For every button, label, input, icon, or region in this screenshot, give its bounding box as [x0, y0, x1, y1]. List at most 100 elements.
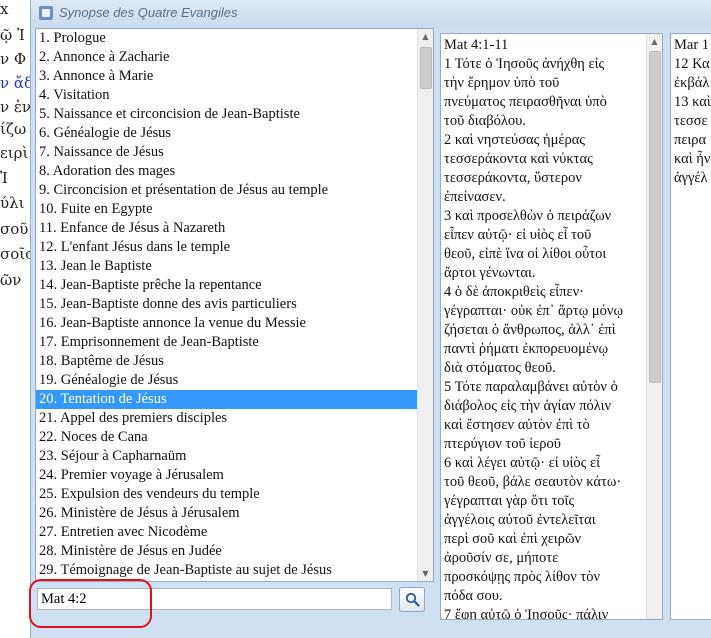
list-item[interactable]: 18. Baptême de Jésus: [36, 352, 433, 371]
list-item[interactable]: 22. Noces de Cana: [36, 428, 433, 447]
list-item[interactable]: 27. Entretien avec Nicodème: [36, 523, 433, 542]
verse-text-line: παντὶ ῥήματι ἐκπορευομένῳ: [444, 341, 609, 357]
scroll-down-arrow-icon[interactable]: ▼: [418, 566, 433, 581]
verse-text-line: πνεύματος πειρασθῆναι ὑπὸ: [444, 94, 607, 110]
list-item[interactable]: 4. Visitation: [36, 86, 433, 105]
verse-text-line: γέγραπται· οὐκ ἐπ᾽ ἄρτῳ μόνῳ: [444, 303, 624, 319]
list-item[interactable]: 12. L'enfant Jésus dans le temple: [36, 238, 433, 257]
matthew-text-content: Mat 4:1-11 1 Τότε ὁ Ἰησοῦς ἀνήχθη εἰς τὴν …: [441, 36, 647, 620]
verse-text-line: 4 ὁ δὲ ἀποκριθεὶς εἶπεν·: [444, 284, 584, 300]
pericope-list-items: 1. Prologue 2. Annonce à Zacharie 3. Annon…: [36, 29, 433, 580]
mark-text-content: Mar 1 12 Κα ἐκβάλ 13 καὶ τεσσε πειρα καὶ ἦν ἀγγ…: [671, 36, 711, 188]
verse-text-line: ἀροῦσίν σε, μήποτε: [444, 550, 559, 566]
verse-text-line: 13 καὶ: [674, 94, 711, 110]
verse-text-line: 5 Τότε παραλαμβάνει αὐτὸν ὁ: [444, 379, 618, 395]
list-item[interactable]: 1. Prologue: [36, 29, 433, 48]
list-scroll-thumb[interactable]: [420, 47, 432, 89]
list-scrollbar[interactable]: ▲ ▼: [417, 29, 433, 581]
background-text-line: ῶν: [0, 271, 22, 289]
background-text-line: σοῦ: [0, 220, 29, 238]
list-item[interactable]: 26. Ministère de Jésus à Jérusalem: [36, 504, 433, 523]
verse-text-line: πειρα: [674, 132, 707, 148]
background-text-line: ν ἐν: [0, 98, 32, 116]
verse-text-line: ἐκβάλ: [674, 75, 710, 91]
scroll-up-arrow-icon[interactable]: ▲: [647, 34, 662, 49]
list-item[interactable]: 8. Adoration des mages: [36, 162, 433, 181]
scroll-up-arrow-icon[interactable]: ▲: [418, 29, 433, 44]
background-text-line: x: [0, 0, 9, 18]
verse-text-line: γέγραπται γὰρ ὅτι τοῖς: [444, 493, 575, 509]
synopsis-window: Synopse des Quatre Evangiles 1. Prologue…: [29, 0, 711, 638]
list-item[interactable]: 6. Généalogie de Jésus: [36, 124, 433, 143]
search-icon: [405, 592, 420, 607]
matthew-text-panel[interactable]: Mat 4:1-11 1 Τότε ὁ Ἰησοῦς ἀνήχθη εἰς τὴν …: [440, 33, 663, 620]
verse-text-line: καὶ ἔστησεν αὐτὸν ἐπὶ τὸ: [444, 417, 590, 433]
annotation-highlight-ring: [29, 579, 152, 628]
verse-text-line: τοῦ διαβόλου.: [444, 113, 526, 129]
list-item[interactable]: 11. Enfance de Jésus à Nazareth: [36, 219, 433, 238]
list-item[interactable]: 9. Circoncision et présentation de Jésus…: [36, 181, 433, 200]
verse-text-line: 6 καὶ λέγει αὐτῷ· εἰ υἱὸς εἶ: [444, 455, 600, 471]
list-item[interactable]: 17. Emprisonnement de Jean-Baptiste: [36, 333, 433, 352]
verse-text-line: θεοῦ, εἰπὲ ἵνα οἱ λίθοι οὗτοι: [444, 246, 607, 262]
list-item[interactable]: 24. Premier voyage à Jérusalem: [36, 466, 433, 485]
background-text-line: ειρὶ: [0, 144, 29, 162]
verse-text-line: τεσσε: [674, 113, 708, 129]
list-item[interactable]: 29. Témoignage de Jean-Baptiste au sujet…: [36, 561, 433, 580]
list-item[interactable]: 14. Jean-Baptiste prêche la repentance: [36, 276, 433, 295]
background-text-line: ν Φ: [0, 50, 27, 68]
text-scroll-thumb[interactable]: [649, 51, 661, 383]
verse-text-line: Mat 4:1-11: [444, 37, 509, 53]
list-item[interactable]: 7. Naissance de Jésus: [36, 143, 433, 162]
verse-text-line: ἄρτοι γένωνται.: [444, 265, 536, 281]
verse-text-line: ἀγγέλ: [674, 170, 708, 186]
window-title: Synopse des Quatre Evangiles: [59, 5, 238, 20]
title-bar[interactable]: Synopse des Quatre Evangiles: [31, 0, 711, 28]
verse-text-line: περὶ σοῦ καὶ ἐπὶ χειρῶν: [444, 531, 582, 547]
verse-text-line: τοῦ θεοῦ, βάλε σεαυτὸν κάτω·: [444, 474, 622, 490]
app-icon: [39, 6, 53, 20]
list-item[interactable]: 25. Expulsion des vendeurs du temple: [36, 485, 433, 504]
list-item[interactable]: 15. Jean-Baptiste donne des avis particu…: [36, 295, 433, 314]
verse-text-line: 1 Τότε ὁ Ἰησοῦς ἀνήχθη εἰς: [444, 56, 605, 72]
list-item[interactable]: 20. Tentation de Jésus: [36, 390, 417, 409]
verse-text-line: καὶ ἦν: [674, 151, 711, 167]
verse-text-line: ἀγγέλοις αὐτοῦ ἐντελεῖται: [444, 512, 596, 528]
verse-text-line: Mar 1: [674, 37, 710, 53]
list-item[interactable]: 13. Jean le Baptiste: [36, 257, 433, 276]
text-panel-scrollbar[interactable]: ▲: [646, 34, 662, 619]
verse-text-line: 12 Κα: [674, 56, 710, 72]
verse-text-line: τεσσεράκοντα καὶ νύκτας: [444, 151, 593, 167]
list-item[interactable]: 2. Annonce à Zacharie: [36, 48, 433, 67]
verse-text-line: πόδα σου.: [444, 588, 503, 604]
background-text-line: ίζω: [0, 120, 27, 138]
list-item[interactable]: 10. Fuite en Egypte: [36, 200, 433, 219]
verse-text-line: 7 ἔφη αὐτῷ ὁ Ἰησοῦς· πάλιν: [444, 607, 609, 620]
verse-text-line: εἶπεν αὐτῷ· εἰ υἱὸς εἶ τοῦ: [444, 227, 592, 243]
verse-text-line: προσκόψῃς πρὸς λίθον τὸν: [444, 569, 601, 585]
pericope-list[interactable]: 1. Prologue 2. Annonce à Zacharie 3. Annon…: [35, 28, 434, 582]
list-item[interactable]: 28. Ministère de Jésus en Judée: [36, 542, 433, 561]
verse-text-line: πτερύγιον τοῦ ἱεροῦ: [444, 436, 561, 452]
verse-text-line: 3 καὶ προσελθὼν ὁ πειράζων: [444, 208, 612, 224]
list-item[interactable]: 23. Séjour à Capharnaüm: [36, 447, 433, 466]
verse-text-line: διὰ στόματος θεοῦ.: [444, 360, 556, 376]
background-text-line: ῷ Ἰ: [0, 26, 25, 44]
list-item[interactable]: 19. Généalogie de Jésus: [36, 371, 433, 390]
search-button[interactable]: [399, 587, 425, 612]
background-text-line: ν ἄδ: [0, 74, 34, 92]
verse-text-line: τεσσεράκοντα, ὕστερον: [444, 170, 582, 186]
list-item[interactable]: 16. Jean-Baptiste annonce la venue du Me…: [36, 314, 433, 333]
verse-text-line: 2 καὶ νηστεύσας ἡμέρας: [444, 132, 586, 148]
list-item[interactable]: 3. Annonce à Marie: [36, 67, 433, 86]
list-item[interactable]: 5. Naissance et circoncision de Jean-Bap…: [36, 105, 433, 124]
background-text-line: Ἰ: [0, 169, 8, 187]
mark-text-panel[interactable]: Mar 1 12 Κα ἐκβάλ 13 καὶ τεσσε πειρα καὶ ἦν ἀγγ…: [670, 33, 711, 620]
verse-text-line: ζήσεται ὁ ἄνθρωπος, ἀλλ᾽ ἐπὶ: [444, 322, 616, 338]
background-text-line: σοῖς: [0, 245, 34, 263]
verse-text-line: τὴν ἔρημον ὑπὸ τοῦ: [444, 75, 560, 91]
verse-text-line: ἐπείνασεν.: [444, 189, 506, 205]
list-item[interactable]: 21. Appel des premiers disciples: [36, 409, 433, 428]
verse-text-line: διάβολος εἰς τὴν ἁγίαν πόλιν: [444, 398, 612, 414]
background-text-line: ύλι: [0, 194, 25, 212]
